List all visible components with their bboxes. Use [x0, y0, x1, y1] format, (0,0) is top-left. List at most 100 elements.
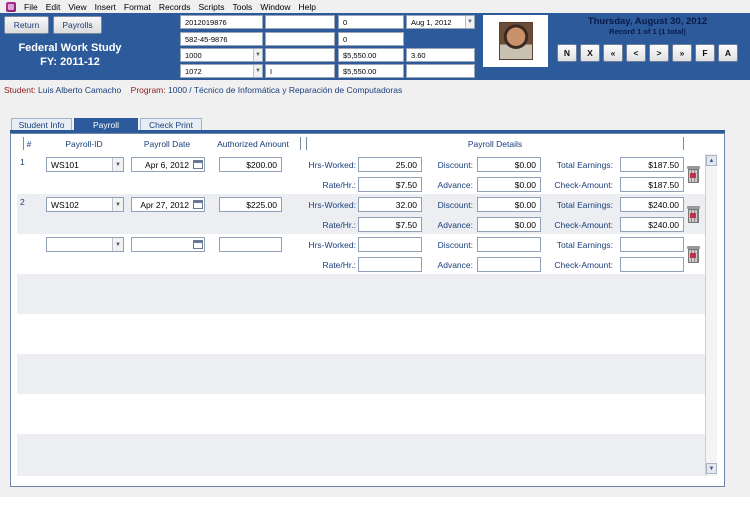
header-field-r2c2[interactable] — [265, 32, 335, 46]
check-amount-field[interactable] — [620, 257, 684, 272]
scroll-down-icon[interactable]: ▼ — [706, 463, 717, 474]
menu-scripts[interactable]: Scripts — [194, 2, 228, 12]
payroll-date-field[interactable]: Apr 6, 2012 — [131, 157, 205, 172]
trash-icon[interactable] — [687, 166, 700, 183]
student-info-line: Student: Luis Alberto Camacho Program: 1… — [4, 85, 402, 95]
menu-file[interactable]: File — [20, 2, 42, 12]
last-record-button[interactable]: » — [672, 44, 692, 62]
hrs-worked-field[interactable] — [358, 237, 422, 252]
check-amount-label: Check-Amount: — [554, 180, 613, 190]
previous-record-button[interactable]: < — [626, 44, 646, 62]
first-record-button[interactable]: « — [603, 44, 623, 62]
payroll-date-field[interactable] — [131, 237, 205, 252]
total-earnings-label: Total Earnings: — [556, 240, 613, 250]
scroll-up-icon[interactable]: ▲ — [706, 155, 717, 166]
payroll-id-dropdown[interactable]: WS101 ▼ — [46, 157, 124, 172]
authorized-amount-field[interactable]: $225.00 — [219, 197, 282, 212]
advance-field[interactable]: $0.00 — [477, 177, 541, 192]
return-button[interactable]: Return — [4, 16, 49, 34]
header-field-r1c2[interactable] — [265, 15, 335, 29]
portal-row-band — [17, 354, 705, 394]
rate-hr-label: Rate/Hr.: — [322, 260, 356, 270]
header-field-r2c3[interactable]: 0 — [338, 32, 404, 46]
total-earnings-field[interactable] — [620, 237, 684, 252]
award-amount-field[interactable]: $5,550.00 — [338, 48, 404, 62]
column-header-payroll-id: Payroll-ID — [65, 139, 103, 149]
all-records-button[interactable]: A — [718, 44, 738, 62]
check-amount-field[interactable]: $187.50 — [620, 177, 684, 192]
menu-window[interactable]: Window — [256, 2, 294, 12]
total-earnings-field[interactable]: $240.00 — [620, 197, 684, 212]
rate-hr-field[interactable] — [358, 257, 422, 272]
menu-records[interactable]: Records — [155, 2, 195, 12]
column-divider — [683, 137, 684, 150]
advance-field[interactable] — [477, 257, 541, 272]
header-dropdown-r3[interactable]: 1000 ▼ — [180, 48, 263, 62]
header-date-field[interactable]: Aug 1, 2012 ▼ — [406, 15, 475, 29]
chevron-down-icon[interactable]: ▼ — [253, 49, 262, 61]
authorized-amount-field[interactable] — [219, 237, 282, 252]
header-dropdown-r4[interactable]: 1072 ▼ — [180, 64, 263, 78]
filemaker-app-icon[interactable] — [6, 1, 16, 12]
new-record-button[interactable]: N — [557, 44, 577, 62]
discount-field[interactable]: $0.00 — [477, 197, 541, 212]
advance-label: Advance: — [437, 260, 473, 270]
header-field-r4c4[interactable] — [406, 64, 475, 78]
menu-edit[interactable]: Edit — [42, 2, 65, 12]
rate-hr-field[interactable]: $7.50 — [358, 177, 422, 192]
chevron-down-icon[interactable]: ▼ — [112, 158, 123, 171]
program-value: 1000 / Técnico de Informática y Reparaci… — [168, 85, 403, 95]
advance-field[interactable]: $0.00 — [477, 217, 541, 232]
header-field-r4c1: 1072 — [185, 66, 202, 76]
chevron-down-icon[interactable]: ▼ — [112, 198, 123, 211]
trash-icon[interactable] — [687, 246, 700, 263]
menu-insert[interactable]: Insert — [91, 2, 120, 12]
find-button[interactable]: F — [695, 44, 715, 62]
discount-label: Discount: — [437, 240, 473, 250]
check-amount-field[interactable]: $240.00 — [620, 217, 684, 232]
payrolls-button[interactable]: Payrolls — [53, 16, 102, 34]
header-field-r3c4[interactable]: 3.60 — [406, 48, 475, 62]
row-number: 1 — [20, 157, 25, 167]
student-id-field[interactable]: 2012019876 — [180, 15, 263, 29]
advance-label: Advance: — [437, 220, 473, 230]
chevron-down-icon[interactable]: ▼ — [112, 238, 123, 251]
authorized-amount-field[interactable]: $200.00 — [219, 157, 282, 172]
payroll-date-field[interactable]: Apr 27, 2012 — [131, 197, 205, 212]
delete-record-button[interactable]: X — [580, 44, 600, 62]
discount-field[interactable]: $0.00 — [477, 157, 541, 172]
calendar-icon[interactable] — [193, 240, 203, 249]
ssn-field[interactable]: 582-45-9876 — [180, 32, 263, 46]
student-name: Luis Alberto Camacho — [38, 85, 122, 95]
menu-format[interactable]: Format — [120, 2, 155, 12]
payroll-id-dropdown[interactable]: WS102 ▼ — [46, 197, 124, 212]
header-field-r3c2[interactable] — [265, 48, 335, 62]
rate-hr-field[interactable]: $7.50 — [358, 217, 422, 232]
header-field-r1c3[interactable]: 0 — [338, 15, 404, 29]
student-label: Student: — [4, 85, 36, 95]
payroll-id-value: WS102 — [51, 199, 79, 210]
column-header-authorized-amount: Authorized Amount — [217, 139, 289, 149]
chevron-down-icon[interactable]: ▼ — [465, 16, 474, 28]
calendar-icon[interactable] — [193, 200, 203, 209]
payroll-id-dropdown[interactable]: ▼ — [46, 237, 124, 252]
next-record-button[interactable]: > — [649, 44, 669, 62]
menu-tools[interactable]: Tools — [228, 2, 256, 12]
portal-scrollbar[interactable]: ▲ ▼ — [705, 154, 717, 476]
menu-help[interactable]: Help — [295, 2, 320, 12]
header-field-r4c2[interactable]: I — [265, 64, 335, 78]
balance-amount-field[interactable]: $5,550.00 — [338, 64, 404, 78]
menu-bar: File Edit View Insert Format Records Scr… — [0, 0, 750, 13]
total-earnings-field[interactable]: $187.50 — [620, 157, 684, 172]
chevron-down-icon[interactable]: ▼ — [253, 65, 262, 77]
hrs-worked-field[interactable]: 25.00 — [358, 157, 422, 172]
menu-view[interactable]: View — [64, 2, 90, 12]
column-header-payroll-date: Payroll Date — [143, 139, 191, 149]
column-header-number: # — [26, 139, 32, 149]
trash-icon[interactable] — [687, 206, 700, 223]
calendar-icon[interactable] — [193, 160, 203, 169]
hrs-worked-field[interactable]: 32.00 — [358, 197, 422, 212]
discount-field[interactable] — [477, 237, 541, 252]
record-status: Record 1 of 1 (1 total) — [609, 27, 686, 36]
discount-label: Discount: — [437, 200, 473, 210]
